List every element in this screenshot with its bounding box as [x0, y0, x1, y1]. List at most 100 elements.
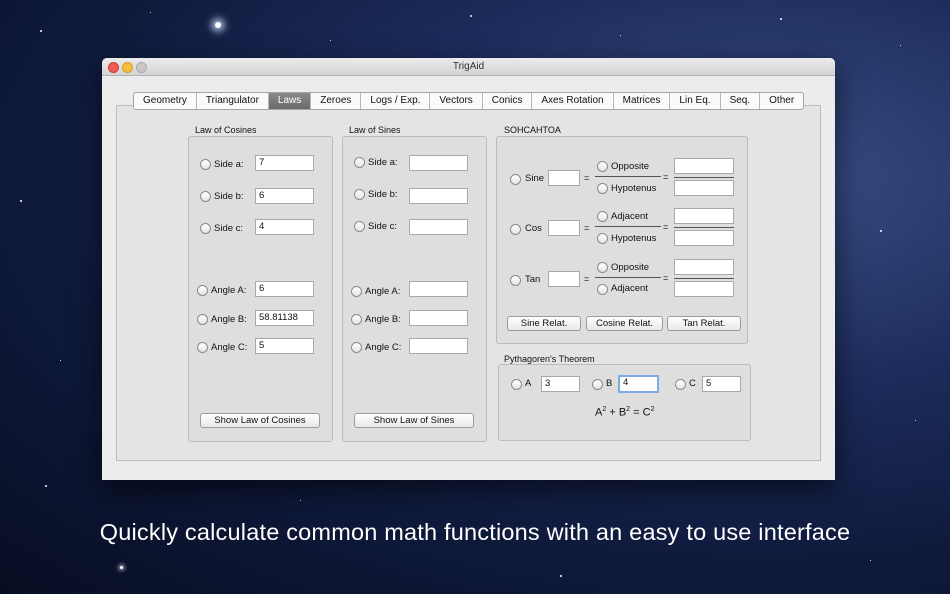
tab-matrices[interactable]: Matrices: [614, 93, 671, 109]
tab-triangulator[interactable]: Triangulator: [197, 93, 269, 109]
tab-logs-exp[interactable]: Logs / Exp.: [361, 93, 431, 109]
window-title: TrigAid: [452, 61, 485, 72]
sin-angle-a-radio[interactable]: [351, 286, 362, 297]
pyth-c-field[interactable]: 5: [702, 376, 741, 392]
cos-angle-b-label: Angle B:: [211, 314, 247, 325]
pyth-b-radio[interactable]: [592, 379, 603, 390]
cos-angle-a-radio[interactable]: [197, 285, 208, 296]
pyth-b-label: B: [606, 378, 613, 389]
sine-value-field[interactable]: [548, 170, 580, 186]
cos-angle-c-field[interactable]: 5: [255, 338, 314, 354]
cos-side-c-field[interactable]: 4: [255, 219, 314, 235]
title-bar: TrigAid: [102, 58, 835, 76]
law-of-sines-group: Side a: Side b: Side c: Angle A: Angle B…: [342, 136, 487, 442]
tan-numerator-field[interactable]: [674, 259, 734, 275]
tab-zeroes[interactable]: Zeroes: [311, 93, 362, 109]
cos-hypotenus-radio[interactable]: [597, 233, 608, 244]
sine-radio[interactable]: [510, 174, 521, 185]
tan-opposite-radio[interactable]: [597, 262, 608, 273]
tab-axes-rotation[interactable]: Axes Rotation: [532, 93, 614, 109]
tan-adjacent-radio[interactable]: [597, 284, 608, 295]
sohcahtoa-title: SOHCAHTOA: [504, 125, 561, 135]
cos-fraction-line: [595, 226, 661, 227]
sine-opposite-radio[interactable]: [597, 161, 608, 172]
tan-denominator-field[interactable]: [674, 281, 734, 297]
show-law-of-cosines-button[interactable]: Show Law of Cosines: [200, 413, 320, 428]
cos-side-c-label: Side c:: [214, 223, 244, 234]
tab-lin-eq[interactable]: Lin Eq.: [670, 93, 721, 109]
tan-adjacent-label: Adjacent: [611, 283, 648, 294]
tan-value-field[interactable]: [548, 271, 580, 287]
tab-vectors[interactable]: Vectors: [430, 93, 483, 109]
cos-numerator-field[interactable]: [674, 208, 734, 224]
cosine-relat-button[interactable]: Cosine Relat.: [586, 316, 663, 331]
sine-relat-button[interactable]: Sine Relat.: [507, 316, 581, 331]
sine-equals-2: =: [663, 172, 669, 182]
cos-equals-2: =: [663, 222, 669, 232]
sin-side-b-radio[interactable]: [354, 189, 365, 200]
cos-angle-b-field[interactable]: 58.81138: [255, 310, 314, 326]
close-button[interactable]: [108, 62, 119, 73]
tan-relat-button[interactable]: Tan Relat.: [667, 316, 741, 331]
show-law-of-sines-button[interactable]: Show Law of Sines: [354, 413, 474, 428]
zoom-button[interactable]: [136, 62, 147, 73]
tab-bar: Geometry Triangulator Laws Zeroes Logs /…: [133, 92, 805, 110]
cos-equals: =: [584, 223, 590, 233]
pythagoras-title: Pythagoren's Theorem: [504, 354, 595, 364]
sine-hypotenus-label: Hypotenus: [611, 183, 657, 194]
sine-numerator-field[interactable]: [674, 158, 734, 174]
cos-side-b-field[interactable]: 6: [255, 188, 314, 204]
sine-label: Sine: [525, 173, 545, 184]
pyth-a-radio[interactable]: [511, 379, 522, 390]
cos-label: Cos: [525, 223, 542, 234]
sin-side-c-radio[interactable]: [354, 221, 365, 232]
cos-side-c-radio[interactable]: [200, 223, 211, 234]
sin-side-c-label: Side c:: [368, 221, 398, 232]
cos-angle-b-radio[interactable]: [197, 314, 208, 325]
cos-angle-a-field[interactable]: 6: [255, 281, 314, 297]
sin-side-a-field[interactable]: [409, 155, 468, 171]
tan-radio[interactable]: [510, 275, 521, 286]
sin-side-b-field[interactable]: [409, 188, 468, 204]
sin-angle-c-radio[interactable]: [351, 342, 362, 353]
cos-side-b-radio[interactable]: [200, 191, 211, 202]
cos-value-field[interactable]: [548, 220, 580, 236]
sin-side-a-radio[interactable]: [354, 157, 365, 168]
tan-label: Tan: [525, 274, 541, 285]
sin-side-c-field[interactable]: [409, 219, 468, 235]
tab-other[interactable]: Other: [760, 93, 803, 109]
pyth-a-field[interactable]: 3: [541, 376, 580, 392]
sine-hypotenus-radio[interactable]: [597, 183, 608, 194]
sin-angle-b-field[interactable]: [409, 310, 468, 326]
sin-angle-c-field[interactable]: [409, 338, 468, 354]
tab-laws[interactable]: Laws: [268, 93, 312, 109]
cos-adjacent-radio[interactable]: [597, 211, 608, 222]
cos-angle-c-radio[interactable]: [197, 342, 208, 353]
law-of-cosines-group: Side a: 7 Side b: 6 Side c: 4 Angle A: 6…: [188, 136, 333, 442]
minimize-button[interactable]: [122, 62, 133, 73]
formula-c: C: [642, 406, 651, 419]
tab-conics[interactable]: Conics: [483, 93, 533, 109]
tab-geometry[interactable]: Geometry: [134, 93, 197, 109]
cos-result-line: [674, 227, 734, 228]
tan-fraction-line: [595, 277, 661, 278]
law-of-cosines-title: Law of Cosines: [195, 125, 257, 135]
marketing-caption: Quickly calculate common math functions …: [99, 519, 851, 545]
sine-denominator-field[interactable]: [674, 180, 734, 196]
sin-side-b-label: Side b:: [368, 189, 398, 200]
sin-side-a-label: Side a:: [368, 157, 398, 168]
cos-side-a-radio[interactable]: [200, 159, 211, 170]
formula-a-exp: 2: [602, 406, 607, 413]
cos-denominator-field[interactable]: [674, 230, 734, 246]
pyth-c-radio[interactable]: [675, 379, 686, 390]
tab-seq[interactable]: Seq.: [721, 93, 761, 109]
pyth-b-field[interactable]: 4: [618, 375, 659, 393]
app-window: TrigAid Geometry Triangulator Laws Zeroe…: [102, 58, 835, 480]
cos-side-a-field[interactable]: 7: [255, 155, 314, 171]
sin-angle-a-label: Angle A:: [365, 286, 401, 297]
sin-angle-b-radio[interactable]: [351, 314, 362, 325]
cos-radio[interactable]: [510, 224, 521, 235]
formula-b-exp: 2: [626, 406, 631, 413]
sin-angle-a-field[interactable]: [409, 281, 468, 297]
sine-fraction-line: [595, 176, 661, 177]
